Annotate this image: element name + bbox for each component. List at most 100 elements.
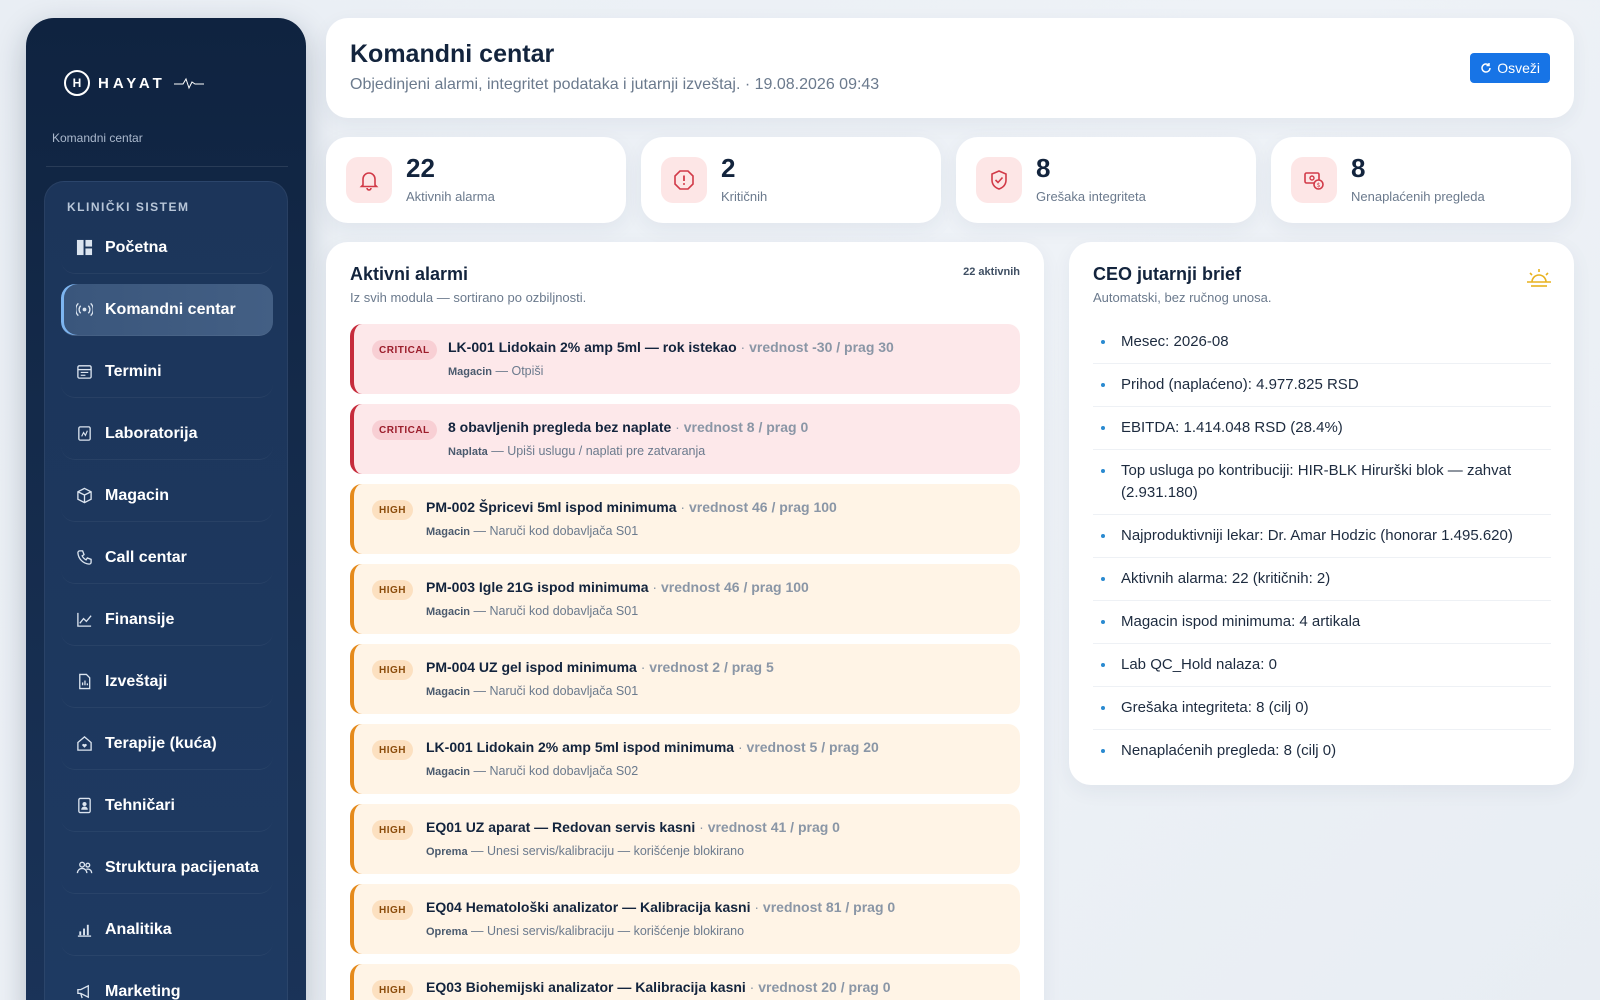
alarm-item[interactable]: CRITICAL LK-001 Lidokain 2% amp 5ml — rok… bbox=[350, 324, 1020, 394]
alarm-title: PM-003 Igle 21G ispod minimuma bbox=[426, 579, 649, 595]
alarm-title: EQ04 Hematološki analizator — Kalibracij… bbox=[426, 899, 751, 915]
alarm-detail: Oprema — Unesi servis/kalibraciju — kori… bbox=[426, 844, 744, 858]
alarm-dash: — bbox=[467, 844, 488, 858]
sidebar-item-izvestaji[interactable]: Izveštaji bbox=[61, 656, 273, 708]
severity-badge: HIGH bbox=[372, 980, 413, 1000]
alarm-detail: Magacin — Otpiši bbox=[448, 364, 543, 378]
sidebar-item-terapije-kuca[interactable]: Terapije (kuća) bbox=[61, 718, 273, 770]
severity-badge: CRITICAL bbox=[372, 340, 437, 360]
alarm-dash: — bbox=[487, 444, 508, 458]
sidebar-item-label: Terapije (kuća) bbox=[105, 734, 217, 752]
refresh-label: Osveži bbox=[1497, 60, 1540, 76]
alarm-meta: vrednost 46 / prag 100 bbox=[660, 579, 809, 595]
alarm-headline: PM-002 Špricevi 5ml ispod minimuma · vre… bbox=[426, 499, 837, 515]
alarm-action: Otpiši bbox=[511, 364, 544, 378]
alarm-dash: — bbox=[492, 364, 512, 378]
alarm-title: EQ01 UZ aparat — Redovan servis kasni bbox=[426, 819, 696, 835]
sidebar-item-label: Laboratorija bbox=[105, 424, 198, 442]
sidebar-item-magacin[interactable]: Magacin bbox=[61, 470, 273, 522]
alarm-action: Unesi servis/kalibraciju — korišćenje bl… bbox=[487, 924, 745, 938]
calendar-icon bbox=[75, 363, 93, 381]
pulse-icon bbox=[173, 77, 204, 90]
sidebar-item-label: Marketing bbox=[105, 982, 181, 1000]
sidebar-item-call-centar[interactable]: Call centar bbox=[61, 532, 273, 584]
alarms-title: Aktivni alarmi bbox=[350, 264, 469, 284]
alarm-action: Upiši uslugu / naplati pre zatvaranja bbox=[507, 444, 706, 458]
sidebar-item-label: Finansije bbox=[105, 610, 175, 628]
alarm-headline: LK-001 Lidokain 2% amp 5ml ispod minimum… bbox=[426, 739, 879, 755]
brand-name: HAYAT bbox=[98, 74, 166, 92]
megaphone-icon bbox=[75, 983, 93, 1000]
alarm-item[interactable]: HIGH LK-001 Lidokain 2% amp 5ml ispod min… bbox=[350, 724, 1020, 794]
sidebar-item-tehnicari[interactable]: Tehničari bbox=[61, 780, 273, 832]
page-title: Komandni centar bbox=[350, 40, 555, 68]
alarm-separator: · bbox=[745, 979, 759, 995]
alarm-item[interactable]: CRITICAL 8 obavljenih pregleda bez naplat… bbox=[350, 404, 1020, 474]
alarm-action: Naruči kod dobavljača S01 bbox=[489, 524, 639, 538]
alarm-item[interactable]: HIGH PM-002 Špricevi 5ml ispod minimuma ·… bbox=[350, 484, 1020, 554]
alarm-action: Naruči kod dobavljača S02 bbox=[489, 764, 639, 778]
brief-item: EBITDA: 1.414.048 RSD (28.4%) bbox=[1093, 407, 1551, 450]
alarm-item[interactable]: HIGH EQ03 Biohemijski analizator — Kalibr… bbox=[350, 964, 1020, 1000]
alarm-meta: vrednost 41 / prag 0 bbox=[707, 819, 840, 835]
alarm-item[interactable]: HIGH EQ01 UZ aparat — Redovan servis kasn… bbox=[350, 804, 1020, 874]
alarm-item[interactable]: HIGH EQ04 Hematološki analizator — Kalibr… bbox=[350, 884, 1020, 954]
sidebar-item-marketing[interactable]: Marketing bbox=[61, 966, 273, 1000]
brief-item: Najproduktivniji lekar: Dr. Amar Hodzic … bbox=[1093, 515, 1551, 558]
alarm-module: Magacin bbox=[426, 686, 471, 698]
stat-label: Grešaka integriteta bbox=[1036, 189, 1146, 204]
ceo-brief-panel: CEO jutarnji brief Automatski, bez ručno… bbox=[1069, 242, 1574, 785]
severity-badge: HIGH bbox=[372, 820, 413, 840]
alarm-detail: Naplata — Upiši uslugu / naplati pre zat… bbox=[448, 444, 705, 458]
alarm-headline: EQ04 Hematološki analizator — Kalibracij… bbox=[426, 899, 895, 915]
brief-item: Mesec: 2026-08 bbox=[1093, 321, 1551, 364]
nav-list: Početna Komandni centar Termini Laboratorij… bbox=[61, 222, 273, 1000]
alarm-separator: · bbox=[750, 899, 763, 915]
sidebar-item-komandni-centar[interactable]: Komandni centar bbox=[61, 284, 273, 336]
brief-item: Nenaplaćenih pregleda: 8 (cilj 0) bbox=[1093, 730, 1551, 772]
sidebar-item-struktura-pacijenata[interactable]: Struktura pacijenata bbox=[61, 842, 273, 894]
alarm-module: Magacin bbox=[426, 606, 471, 618]
stat-card-kriticnih: 2 Kritičnih bbox=[641, 137, 941, 223]
alarm-module: Magacin bbox=[426, 526, 471, 538]
chart-line-icon bbox=[75, 611, 93, 629]
brief-item: Lab QC_Hold nalaza: 0 bbox=[1093, 644, 1551, 687]
sidebar-item-label: Call centar bbox=[105, 548, 187, 566]
page-header: Komandni centar Objedinjeni alarmi, inte… bbox=[326, 18, 1574, 118]
alarm-title: 8 obavljenih pregleda bez naplate bbox=[448, 419, 672, 435]
sidebar-item-laboratorija[interactable]: Laboratorija bbox=[61, 408, 273, 460]
logo-mark: H bbox=[64, 70, 90, 96]
sidebar-item-pocetna[interactable]: Početna bbox=[61, 222, 273, 274]
stat-card-aktivnih-alarma: 22 Aktivnih alarma bbox=[326, 137, 626, 223]
sidebar-divider bbox=[46, 166, 288, 167]
stat-card-gresaka-integriteta: 8 Grešaka integriteta bbox=[956, 137, 1256, 223]
broadcast-icon bbox=[75, 301, 93, 319]
sidebar-item-analitika[interactable]: Analitika bbox=[61, 904, 273, 956]
brief-title: CEO jutarnji brief bbox=[1093, 264, 1242, 284]
alarm-separator: · bbox=[671, 419, 684, 435]
alarm-meta: vrednost 20 / prag 0 bbox=[758, 979, 891, 995]
sidebar-subtitle: Komandni centar bbox=[52, 131, 143, 145]
alarm-headline: PM-004 UZ gel ispod minimuma · vrednost … bbox=[426, 659, 774, 675]
sidebar-item-finansije[interactable]: Finansije bbox=[61, 594, 273, 646]
bar-chart-icon bbox=[75, 921, 93, 939]
alarm-item[interactable]: HIGH PM-004 UZ gel ispod minimuma · vredn… bbox=[350, 644, 1020, 714]
alarm-item[interactable]: HIGH PM-003 Igle 21G ispod minimuma · vre… bbox=[350, 564, 1020, 634]
brief-item: Top usluga po kontribuciji: HIR-BLK Hiru… bbox=[1093, 450, 1551, 515]
alarm-module: Magacin bbox=[426, 766, 471, 778]
svg-text:$: $ bbox=[1317, 182, 1321, 189]
sidebar-item-termini[interactable]: Termini bbox=[61, 346, 273, 398]
sidebar-item-label: Analitika bbox=[105, 920, 172, 938]
alarm-dash: — bbox=[470, 604, 490, 618]
alarm-meta: vrednost -30 / prag 30 bbox=[749, 339, 894, 355]
brief-list: Mesec: 2026-08 Prihod (naplaćeno): 4.977.… bbox=[1093, 321, 1551, 772]
dashboard-icon bbox=[75, 239, 93, 257]
refresh-button[interactable]: Osveži bbox=[1470, 53, 1550, 83]
severity-badge: HIGH bbox=[372, 500, 413, 520]
brand-logo[interactable]: H HAYAT bbox=[64, 70, 204, 96]
alarm-separator: · bbox=[676, 499, 689, 515]
alarm-dash: — bbox=[467, 924, 488, 938]
alarm-title: PM-004 UZ gel ispod minimuma bbox=[426, 659, 637, 675]
alarm-action: Naruči kod dobavljača S01 bbox=[489, 604, 639, 618]
report-icon bbox=[75, 673, 93, 691]
